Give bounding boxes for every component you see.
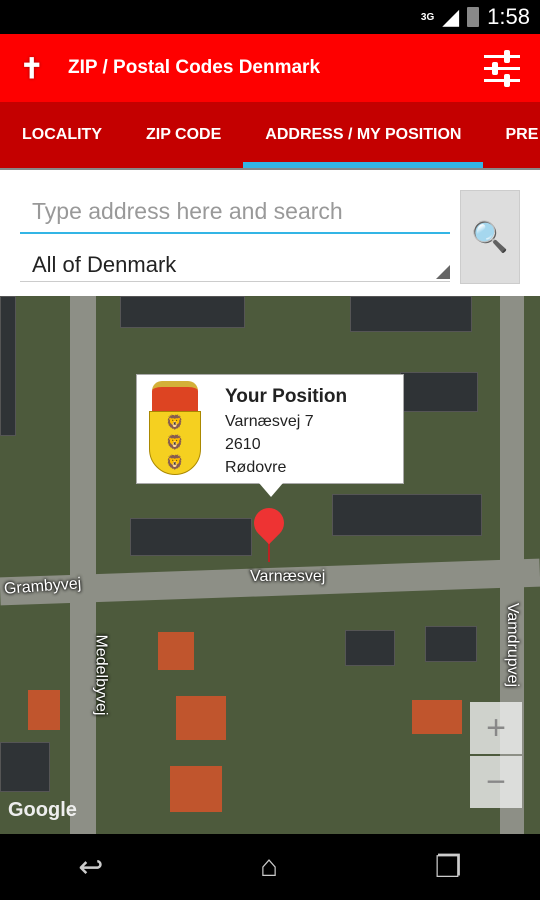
- magnifier-icon: 🔍: [471, 220, 509, 254]
- street-label: Medelbyvej: [92, 634, 110, 716]
- tab-address-my-position[interactable]: ADDRESS / MY POSITION: [243, 102, 484, 168]
- building: [400, 372, 478, 412]
- search-panel: Type address here and search All of Denm…: [0, 170, 540, 296]
- building: [28, 690, 60, 730]
- map-view[interactable]: Grambyvej Varnæsvej Medelbyvej Vamdrupve…: [0, 296, 540, 834]
- popup-zip: 2610: [225, 436, 261, 453]
- road: [70, 296, 96, 834]
- tab-preferences[interactable]: PRE: [483, 102, 540, 168]
- building: [130, 518, 252, 556]
- danish-coat-of-arms-icon: 🦁 🦁 🦁: [149, 381, 201, 481]
- clock: 1:58: [487, 4, 530, 29]
- building: [120, 296, 245, 328]
- street-label: Vamdrupvej: [504, 602, 522, 688]
- building: [345, 630, 395, 666]
- building: [170, 766, 222, 812]
- battery-icon: [467, 7, 480, 27]
- building: [0, 296, 16, 436]
- recent-apps-icon[interactable]: ❐: [435, 850, 462, 885]
- region-select[interactable]: All of Denmark: [20, 246, 450, 282]
- back-icon[interactable]: ↩: [78, 850, 103, 885]
- navigation-bar: ↩ ⌂ ❐: [0, 834, 540, 900]
- address-search-input[interactable]: Type address here and search: [20, 194, 450, 234]
- building: [0, 742, 50, 792]
- search-button[interactable]: 🔍: [460, 190, 520, 284]
- zoom-in-button[interactable]: +: [470, 702, 522, 754]
- sliders-icon[interactable]: [484, 49, 520, 87]
- status-bar: 3G ◢ 1:58: [0, 0, 540, 34]
- home-icon[interactable]: ⌂: [260, 850, 278, 884]
- map-marker-icon[interactable]: [247, 501, 291, 545]
- building: [425, 626, 477, 662]
- tab-locality[interactable]: LOCALITY: [0, 102, 124, 168]
- popup-title: Your Position: [225, 386, 348, 407]
- tab-bar: LOCALITY ZIP CODE ADDRESS / MY POSITION …: [0, 102, 540, 168]
- popup-street: Varnæsvej 7: [225, 413, 314, 430]
- app-title: ZIP / Postal Codes Denmark: [68, 57, 321, 78]
- position-info-window[interactable]: 🦁 🦁 🦁 Your Position Varnæsvej 7 2610 Rødov…: [136, 374, 404, 497]
- building: [350, 296, 472, 332]
- network-type: 3G: [420, 11, 435, 23]
- app-bar: ✝ ZIP / Postal Codes Denmark: [0, 34, 540, 102]
- building: [412, 700, 462, 734]
- google-attribution: Google: [8, 799, 77, 821]
- zoom-out-button[interactable]: −: [470, 756, 522, 808]
- tab-zip-code[interactable]: ZIP CODE: [124, 102, 243, 168]
- popup-city: Rødovre: [225, 459, 287, 476]
- denmark-map-logo-icon[interactable]: ✝: [20, 52, 52, 84]
- signal-icon: ◢: [442, 4, 460, 29]
- street-label: Varnæsvej: [250, 568, 326, 585]
- building: [176, 696, 226, 740]
- building: [332, 494, 482, 536]
- building: [158, 632, 194, 670]
